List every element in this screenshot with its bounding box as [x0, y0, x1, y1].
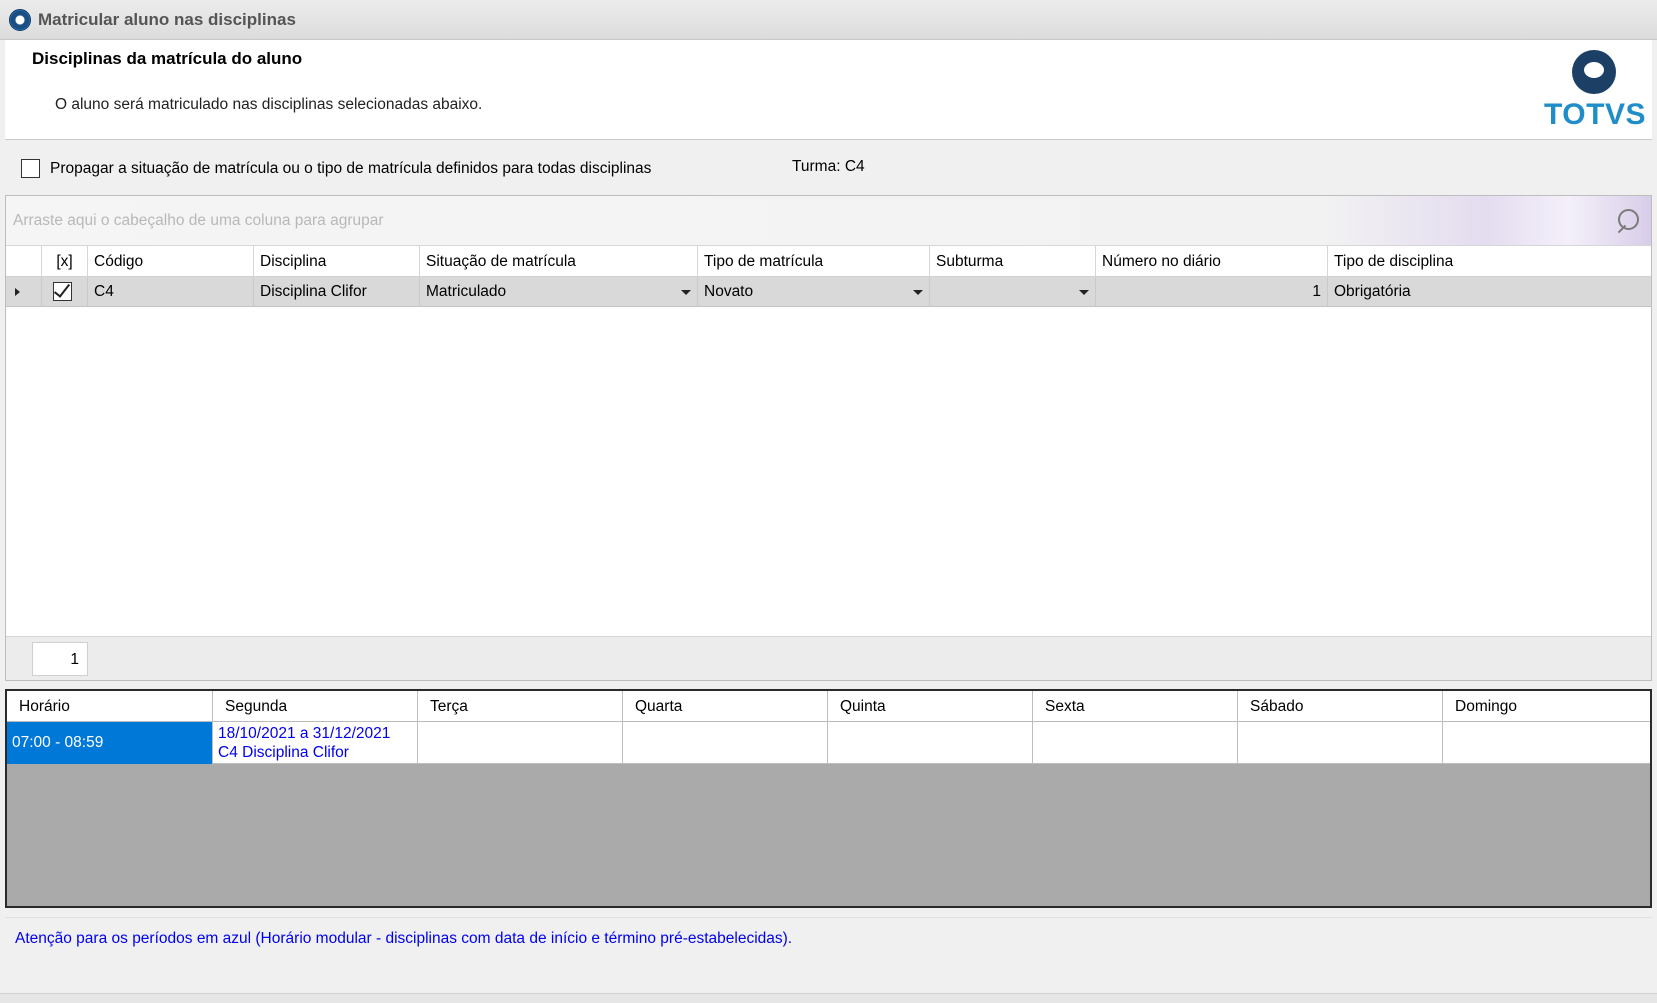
schedule-header: Horário Segunda Terça Quarta Quinta Sext…	[7, 691, 1650, 722]
situacao-dropdown[interactable]: Matriculado	[419, 277, 697, 307]
schedule-header-sexta: Sexta	[1032, 691, 1237, 722]
chevron-down-icon[interactable]	[913, 290, 923, 295]
grid-header: [x] Código Disciplina Situação de matríc…	[6, 246, 1651, 277]
modular-note: Atenção para os períodos em azul (Horári…	[15, 930, 793, 947]
app-circle-icon	[9, 8, 31, 31]
tipo-matricula-dropdown[interactable]: Novato	[697, 277, 929, 307]
slot-period: 18/10/2021 a 31/12/2021	[218, 725, 391, 742]
column-header-tipo-disciplina[interactable]: Tipo de disciplina	[1327, 246, 1651, 277]
search-icon[interactable]	[1613, 207, 1641, 235]
page-subtitle: O aluno será matriculado nas disciplinas…	[55, 96, 483, 113]
options-row: Propagar a situação de matrícula ou o ti…	[5, 141, 1652, 195]
window-title: Matricular aluno nas disciplinas	[38, 9, 296, 29]
cell-disciplina: Disciplina Clifor	[253, 277, 419, 307]
schedule-header-sabado: Sábado	[1237, 691, 1442, 722]
schedule-slot-quarta[interactable]	[622, 722, 827, 764]
group-by-panel[interactable]: Arraste aqui o cabeçalho de uma coluna p…	[6, 196, 1651, 246]
row-count-box: 1	[32, 642, 88, 676]
header-panel: Disciplinas da matrícula do aluno O alun…	[5, 40, 1652, 140]
schedule-slot-domingo[interactable]	[1442, 722, 1650, 764]
propagate-checkbox[interactable]	[21, 159, 40, 178]
propagate-label[interactable]: Propagar a situação de matrícula ou o ti…	[50, 160, 651, 178]
schedule-grid: Horário Segunda Terça Quarta Quinta Sext…	[5, 689, 1652, 908]
column-header-disciplina[interactable]: Disciplina	[253, 246, 419, 277]
turma-label: Turma: C4	[792, 158, 865, 175]
grid-footer: 1	[6, 636, 1651, 680]
column-header-numero-diario[interactable]: Número no diário	[1095, 246, 1327, 277]
slot-discipline: C4 Disciplina Clifor	[218, 744, 349, 761]
schedule-row: 07:00 - 08:59 18/10/2021 a 31/12/2021 C4…	[7, 722, 1650, 764]
schedule-header-quinta: Quinta	[827, 691, 1032, 722]
schedule-time-cell[interactable]: 07:00 - 08:59	[7, 722, 212, 764]
totvs-logo: TOTVS	[1544, 48, 1646, 134]
schedule-header-quarta: Quarta	[622, 691, 827, 722]
footer-panel: Atenção para os períodos em azul (Horári…	[5, 917, 1652, 993]
schedule-header-segunda: Segunda	[212, 691, 417, 722]
subturma-dropdown[interactable]	[929, 277, 1095, 307]
schedule-slot-terca[interactable]	[417, 722, 622, 764]
tipo-matricula-value: Novato	[704, 283, 754, 300]
group-by-placeholder: Arraste aqui o cabeçalho de uma coluna p…	[13, 212, 384, 229]
schedule-slot-sexta[interactable]	[1032, 722, 1237, 764]
schedule-slot-sabado[interactable]	[1237, 722, 1442, 764]
row-indicator-icon	[15, 288, 20, 296]
column-header-tipo-matricula[interactable]: Tipo de matrícula	[697, 246, 929, 277]
totvs-logo-icon	[1572, 50, 1616, 94]
check-mark-icon	[53, 280, 71, 298]
cell-numero-diario[interactable]: 1	[1095, 277, 1327, 307]
totvs-logo-text: TOTVS	[1544, 98, 1646, 131]
column-header-situacao[interactable]: Situação de matrícula	[419, 246, 697, 277]
cell-tipo-disciplina: Obrigatória	[1327, 277, 1651, 307]
bottom-divider	[0, 993, 1657, 1003]
schedule-header-domingo: Domingo	[1442, 691, 1650, 722]
row-select-checkbox[interactable]	[53, 280, 72, 301]
situacao-value: Matriculado	[426, 283, 507, 300]
column-header-select[interactable]: [x]	[41, 246, 87, 277]
page-title: Disciplinas da matrícula do aluno	[32, 49, 303, 68]
table-row[interactable]: C4 Disciplina Clifor Matriculado Novato …	[6, 277, 1651, 307]
column-header-codigo[interactable]: Código	[87, 246, 253, 277]
schedule-header-horario: Horário	[19, 698, 70, 715]
column-header-subturma[interactable]: Subturma	[929, 246, 1095, 277]
row-indicator	[6, 277, 41, 307]
chevron-down-icon[interactable]	[681, 290, 691, 295]
row-indicator-header	[6, 246, 41, 277]
cell-codigo: C4	[87, 277, 253, 307]
disciplines-grid: Arraste aqui o cabeçalho de uma coluna p…	[5, 195, 1652, 681]
schedule-slot-quinta[interactable]	[827, 722, 1032, 764]
row-select-cell	[41, 277, 87, 307]
chevron-down-icon[interactable]	[1079, 290, 1089, 295]
title-bar: Matricular aluno nas disciplinas	[0, 0, 1657, 40]
schedule-slot-segunda[interactable]: 18/10/2021 a 31/12/2021 C4 Disciplina Cl…	[212, 722, 417, 764]
schedule-header-terca: Terça	[417, 691, 622, 722]
